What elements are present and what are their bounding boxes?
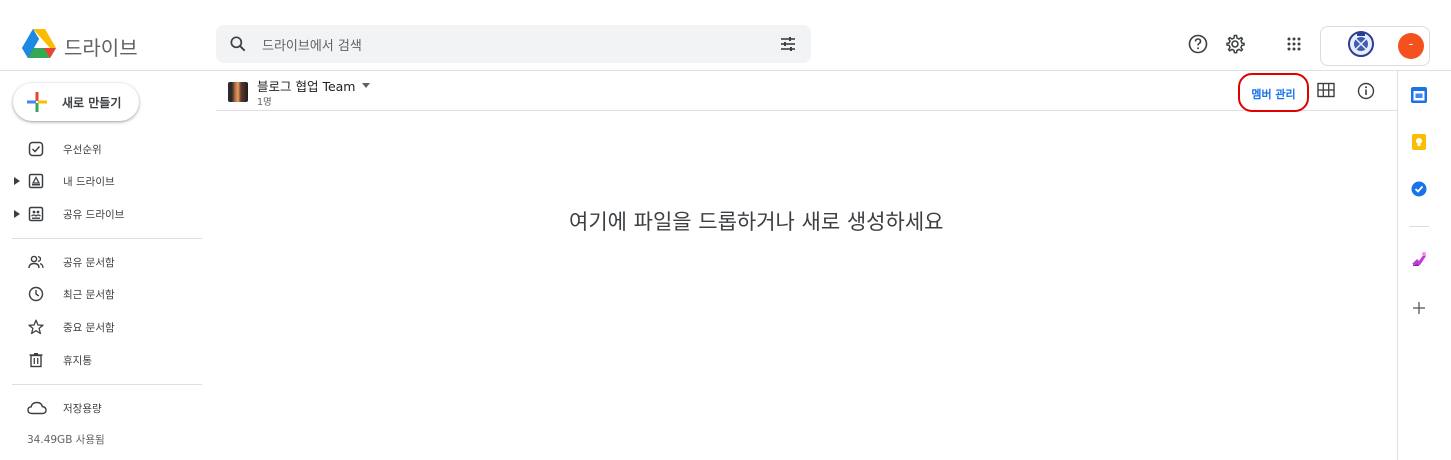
my-drive-icon <box>28 173 44 189</box>
sidebar-item-label: 공유 문서함 <box>63 257 115 269</box>
apps-icon[interactable] <box>1282 32 1306 56</box>
drive-thumbnail <box>228 82 248 102</box>
gear-icon[interactable] <box>1223 32 1247 56</box>
drive-logo[interactable] <box>22 28 56 58</box>
sidebar-item-shared-drives[interactable]: 공유 드라이브 <box>0 200 200 228</box>
search-icon[interactable] <box>228 34 248 54</box>
cloud-icon <box>27 401 47 415</box>
sidebar-item-recent[interactable]: 최근 문서함 <box>0 280 200 308</box>
plus-icon <box>27 92 47 112</box>
addon-icon[interactable] <box>1410 250 1428 268</box>
avatar[interactable]: - <box>1398 33 1424 59</box>
organization-logo-icon[interactable] <box>1347 30 1375 58</box>
chevron-down-icon[interactable] <box>362 83 370 88</box>
add-addon-icon[interactable] <box>1410 299 1428 317</box>
sidebar-item-trash[interactable]: 휴지통 <box>0 346 200 374</box>
expand-caret-icon[interactable] <box>14 176 20 186</box>
toolbar-divider <box>216 110 1398 111</box>
priority-icon <box>28 141 44 157</box>
sidebar-divider <box>12 384 202 385</box>
search-input[interactable]: 드라이브에서 검색 <box>262 35 362 54</box>
side-panel-separator <box>1409 226 1429 227</box>
sidebar-item-my-drive[interactable]: 내 드라이브 <box>0 167 200 195</box>
app-name[interactable]: 드라이브 <box>64 32 138 61</box>
search-bar[interactable]: 드라이브에서 검색 <box>216 25 811 63</box>
tasks-icon[interactable] <box>1410 180 1428 198</box>
sidebar-item-label: 중요 문서함 <box>63 322 115 334</box>
keep-icon[interactable] <box>1410 133 1428 151</box>
expand-caret-icon[interactable] <box>14 209 20 219</box>
header-divider <box>0 70 1451 71</box>
trash-icon <box>29 353 43 368</box>
help-icon[interactable] <box>1186 32 1210 56</box>
sidebar-item-label: 내 드라이브 <box>63 176 115 188</box>
calendar-icon[interactable] <box>1410 86 1428 104</box>
manage-members-label: 멤버 관리 <box>1251 88 1296 101</box>
member-count: 1명 <box>257 97 272 108</box>
storage-used-text: 34.49GB 사용됨 <box>27 434 105 446</box>
info-icon[interactable] <box>1357 82 1375 100</box>
manage-members-button[interactable]: 멤버 관리 <box>1238 73 1309 112</box>
sidebar-item-storage[interactable]: 저장용량 <box>0 394 200 422</box>
shared-drives-icon <box>28 206 44 222</box>
side-panel-divider <box>1397 70 1398 460</box>
sidebar-item-label: 최근 문서함 <box>63 289 115 301</box>
sidebar-item-label: 공유 드라이브 <box>63 209 125 221</box>
starred-icon <box>28 319 44 335</box>
sidebar-item-shared-with-me[interactable]: 공유 문서함 <box>0 248 200 276</box>
recent-icon <box>28 286 44 302</box>
sidebar-item-starred[interactable]: 중요 문서함 <box>0 313 200 341</box>
new-button[interactable]: 새로 만들기 <box>13 83 139 121</box>
empty-state-message: 여기에 파일을 드롭하거나 새로 생성하세요 <box>569 210 944 234</box>
grid-view-icon[interactable] <box>1317 82 1335 98</box>
shared-drive-title[interactable]: 블로그 협업 Team <box>257 76 356 95</box>
sidebar-item-label: 우선순위 <box>63 144 102 156</box>
shared-with-me-icon <box>28 255 44 269</box>
new-button-label: 새로 만들기 <box>62 96 122 110</box>
sidebar-divider <box>12 238 202 239</box>
sidebar-item-label: 휴지통 <box>63 355 92 367</box>
sidebar-item-priority[interactable]: 우선순위 <box>0 135 200 163</box>
search-options-icon[interactable] <box>779 35 797 53</box>
sidebar-item-label: 저장용량 <box>63 403 102 415</box>
top-bar: 드라이브 드라이브에서 검색 - <box>0 0 1451 70</box>
